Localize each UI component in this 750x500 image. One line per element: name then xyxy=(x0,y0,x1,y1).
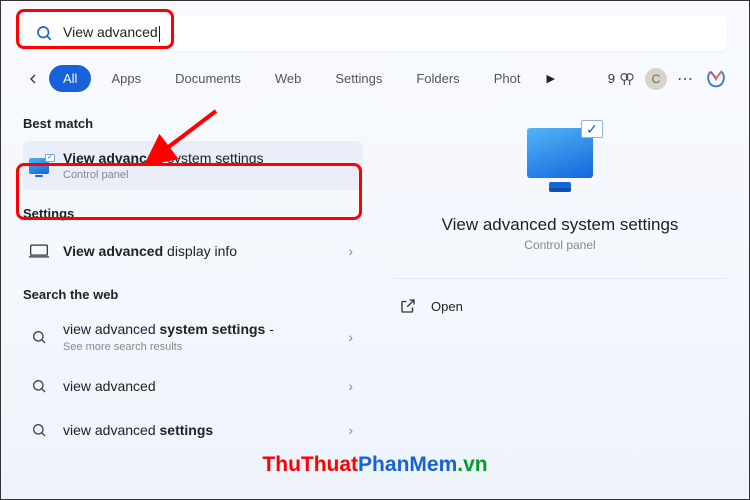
more-options-button[interactable]: ⋯ xyxy=(677,69,695,89)
check-icon: ✓ xyxy=(581,120,603,138)
rewards-button[interactable]: 9 xyxy=(608,71,635,87)
display-icon xyxy=(27,239,51,263)
preview-pane: ✓ View advanced system settings Control … xyxy=(363,100,727,454)
search-icon xyxy=(35,24,53,42)
search-icon xyxy=(27,374,51,398)
result-text: view advanced system settings - See more… xyxy=(63,320,336,353)
result-text: view advanced settings xyxy=(63,421,336,439)
result-web-view-advanced[interactable]: view advanced › xyxy=(23,366,363,406)
chevron-right-icon: › xyxy=(348,329,353,345)
system-settings-icon-large: ✓ xyxy=(527,128,593,178)
result-best-match[interactable]: ✓ View advanced system settings Control … xyxy=(23,141,363,190)
search-input[interactable]: View advanced xyxy=(63,24,715,41)
rewards-icon xyxy=(619,71,635,87)
filter-row: All Apps Documents Web Settings Folders … xyxy=(1,51,749,100)
watermark: ThuThuatPhanMem.vn xyxy=(262,453,487,477)
open-icon xyxy=(399,297,417,315)
preview-subtitle: Control panel xyxy=(393,238,727,252)
account-avatar[interactable]: C xyxy=(645,68,667,90)
windows-search-panel: View advanced All Apps Documents Web Set… xyxy=(0,0,750,500)
copilot-icon[interactable] xyxy=(705,68,727,90)
preview-header: ✓ View advanced system settings Control … xyxy=(393,100,727,252)
filter-folders[interactable]: Folders xyxy=(402,65,473,92)
filter-photos[interactable]: Phot xyxy=(480,65,535,92)
result-web-view-advanced-settings[interactable]: view advanced settings › xyxy=(23,410,363,450)
main-area: Best match ✓ View advanced system settin… xyxy=(1,100,749,454)
chevron-right-icon: › xyxy=(348,243,353,259)
results-column: Best match ✓ View advanced system settin… xyxy=(23,100,363,454)
filter-web[interactable]: Web xyxy=(261,65,316,92)
chevron-right-icon: › xyxy=(348,422,353,438)
section-search-web: Search the web xyxy=(23,287,363,302)
header-right-group: 9 C ⋯ xyxy=(608,68,727,90)
open-label: Open xyxy=(431,299,463,314)
back-button[interactable] xyxy=(23,69,43,89)
filter-all[interactable]: All xyxy=(49,65,91,92)
search-icon xyxy=(27,418,51,442)
result-web-system-settings[interactable]: view advanced system settings - See more… xyxy=(23,312,363,361)
more-filters-button[interactable]: ▶ xyxy=(546,72,554,85)
result-text: View advanced system settings Control pa… xyxy=(63,149,353,182)
result-display-info[interactable]: View advanced display info › xyxy=(23,231,363,271)
filter-documents[interactable]: Documents xyxy=(161,65,255,92)
preview-title: View advanced system settings xyxy=(393,215,727,235)
filter-settings[interactable]: Settings xyxy=(321,65,396,92)
search-box[interactable]: View advanced xyxy=(23,15,727,51)
rewards-count: 9 xyxy=(608,71,615,86)
filter-apps[interactable]: Apps xyxy=(97,65,155,92)
result-text: View advanced display info xyxy=(63,242,336,260)
search-icon xyxy=(27,325,51,349)
result-text: view advanced xyxy=(63,377,336,395)
top-bar: View advanced xyxy=(1,1,749,51)
system-settings-icon: ✓ xyxy=(27,154,51,178)
open-button[interactable]: Open xyxy=(393,279,727,333)
section-settings: Settings xyxy=(23,206,363,221)
section-best-match: Best match xyxy=(23,116,363,131)
chevron-right-icon: › xyxy=(348,378,353,394)
